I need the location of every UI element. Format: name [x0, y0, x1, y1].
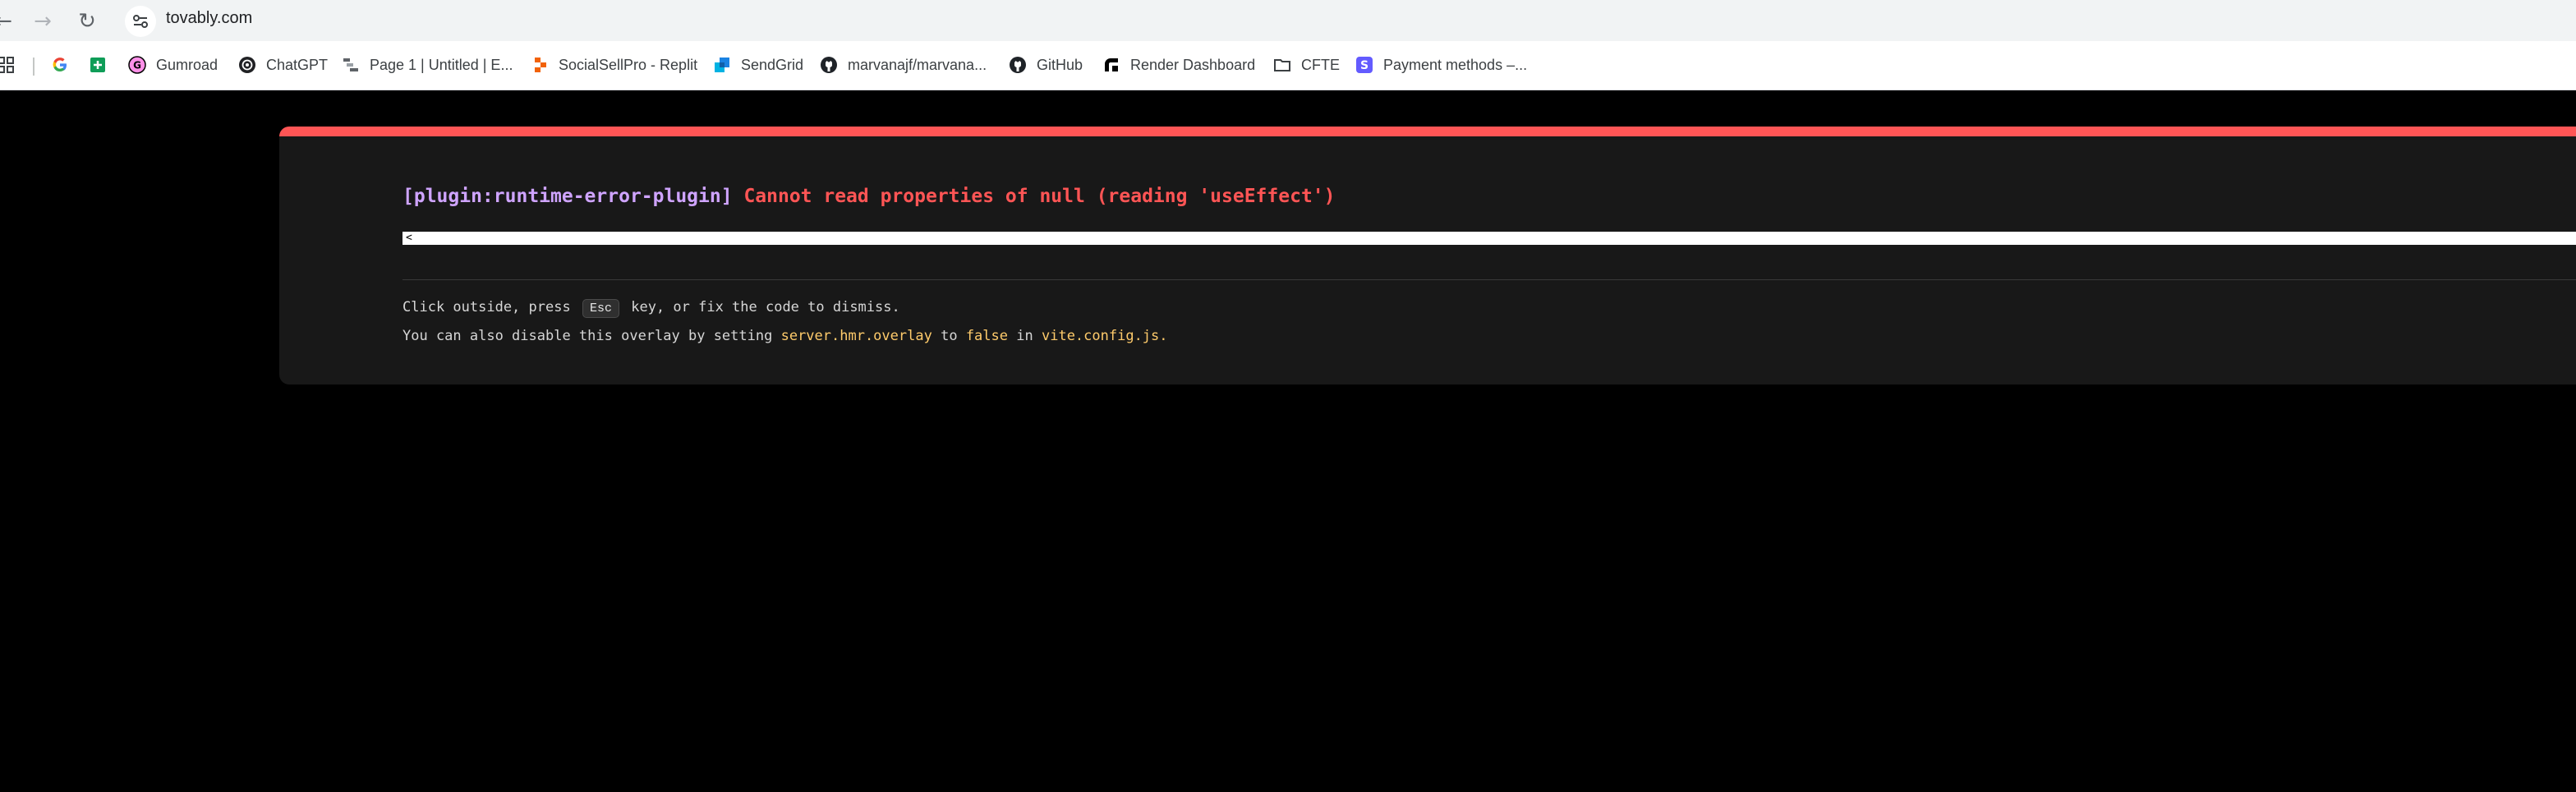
forward-button[interactable]: → [28, 7, 58, 36]
folder-icon [1273, 56, 1291, 74]
overlay-divider [402, 279, 2576, 280]
tip-text: Click outside, press [402, 299, 571, 315]
page-icon [342, 56, 360, 74]
bookmark-label: Payment methods –... [1383, 56, 1528, 73]
bookmark-google[interactable] [51, 53, 79, 77]
tip-text: key, or fix the code to dismiss. [631, 299, 900, 315]
google-sheets-icon [89, 56, 107, 74]
config-value: false [965, 328, 1008, 344]
bookmark-replit[interactable]: SocialSellPro - Replit [531, 53, 697, 77]
bookmark-label: Render Dashboard [1130, 56, 1256, 73]
browser-toolbar: ← → ↻ tovably.com [0, 0, 2576, 41]
error-frame: < [402, 232, 2576, 245]
bookmark-label: CFTE [1301, 56, 1340, 73]
bookmark-label: marvanajf/marvana... [848, 56, 987, 73]
tip-text: to [941, 328, 958, 344]
svg-text:G: G [133, 60, 141, 71]
apps-grid-icon [0, 56, 15, 74]
gumroad-icon: G [128, 56, 146, 74]
bookmark-label: SendGrid [741, 56, 804, 73]
sendgrid-icon [713, 56, 731, 74]
bookmark-sheets[interactable] [89, 53, 117, 77]
bookmark-cfte[interactable]: CFTE [1273, 53, 1340, 77]
render-icon [1102, 56, 1120, 74]
back-arrow-icon: ← [0, 9, 12, 34]
overlay-tip-dismiss: Click outside, press Esc key, or fix the… [402, 299, 900, 318]
site-info-button[interactable] [125, 6, 156, 37]
error-text: Cannot read properties of null (reading … [743, 186, 1336, 207]
bookmark-label: SocialSellPro - Replit [559, 56, 698, 73]
esc-key: Esc [582, 299, 619, 318]
bookmark-gumroad[interactable]: G Gumroad [128, 53, 218, 77]
replit-icon [531, 56, 549, 74]
github-icon [1009, 56, 1027, 74]
svg-text:S: S [1360, 59, 1368, 72]
bookmark-sendgrid[interactable]: SendGrid [713, 53, 803, 77]
google-icon [51, 56, 69, 74]
bookmark-label: ChatGPT [266, 56, 329, 73]
bookmark-label: Page 1 | Untitled | E... [370, 56, 513, 73]
error-message: [plugin:runtime-error-plugin] Cannot rea… [402, 186, 1336, 207]
bookmark-render[interactable]: Render Dashboard [1102, 53, 1255, 77]
bookmark-chatgpt[interactable]: ChatGPT [238, 53, 328, 77]
bookmark-payment-methods[interactable]: S Payment methods –... [1355, 53, 1527, 77]
config-key: server.hmr.overlay [780, 328, 932, 344]
overlay-tip-disable: You can also disable this overlay by set… [402, 328, 1168, 344]
tip-text: You can also disable this overlay by set… [402, 328, 773, 344]
bookmark-page1[interactable]: Page 1 | Untitled | E... [342, 53, 513, 77]
reload-button[interactable]: ↻ [72, 7, 102, 36]
bookmarks-bar: G Gumroad ChatGPT Page 1 | Untitled | E.… [0, 41, 2576, 90]
bookmark-github[interactable]: GitHub [1009, 53, 1083, 77]
chatgpt-icon [238, 56, 256, 74]
stripe-icon: S [1355, 56, 1373, 74]
error-plugin: [plugin:runtime-error-plugin] [402, 186, 733, 207]
bookmark-marvana-repo[interactable]: marvanajf/marvana... [820, 53, 987, 77]
site-settings-icon [133, 15, 148, 28]
address-bar-url[interactable]: tovably.com [166, 9, 252, 28]
forward-arrow-icon: → [34, 9, 52, 34]
error-overlay: [plugin:runtime-error-plugin] Cannot rea… [279, 127, 2576, 384]
back-button[interactable]: ← [0, 7, 18, 36]
github-icon [820, 56, 838, 74]
bookmark-label: Gumroad [156, 56, 218, 73]
bookmark-label: GitHub [1037, 56, 1083, 73]
tip-text: in [1016, 328, 1033, 344]
reload-icon: ↻ [78, 9, 96, 34]
config-file: vite.config.js. [1041, 328, 1168, 344]
bookmarks-separator [33, 58, 34, 76]
bookmark-apps[interactable] [0, 53, 25, 77]
